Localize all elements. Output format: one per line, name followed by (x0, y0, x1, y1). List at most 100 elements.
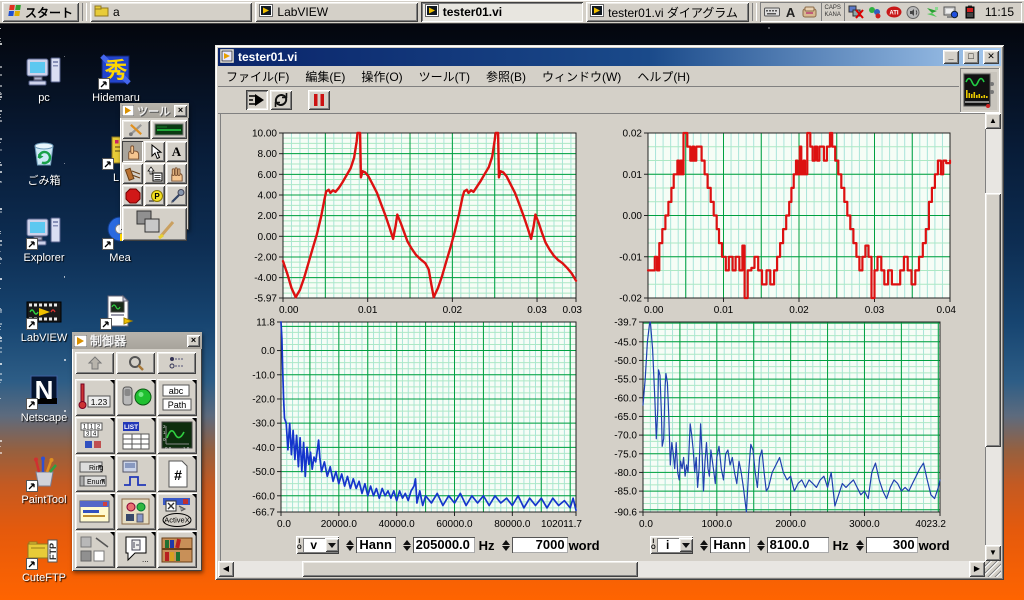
scroll-right-button[interactable]: ▶ (969, 561, 985, 577)
menu-item-2[interactable]: 操作(O) (353, 66, 410, 87)
tool-led-indicator[interactable] (151, 120, 187, 139)
desktop-icon-cuteftp[interactable]: FTP CuteFTP (8, 534, 80, 584)
menu-item-6[interactable]: ヘルプ(H) (629, 66, 698, 87)
controls-palette-close-icon[interactable]: × (187, 334, 200, 347)
palette-options-button[interactable] (157, 352, 196, 374)
run-continuous-button[interactable] (270, 90, 292, 110)
words-spinner[interactable] (501, 539, 511, 551)
battery-icon[interactable] (962, 4, 978, 20)
desktop-icon-pc[interactable]: pc (8, 54, 80, 104)
tool-wire[interactable] (122, 163, 143, 184)
tool-object-menu[interactable] (144, 163, 165, 184)
chevron-down-icon[interactable] (678, 538, 693, 552)
desktop-icon-explorer[interactable]: Explorer (8, 214, 80, 264)
controls-category-string[interactable]: abc Path (157, 379, 197, 416)
freq-spinner[interactable] (756, 539, 766, 551)
palette-search-button[interactable] (116, 352, 155, 374)
scroll-left-button[interactable]: ◀ (218, 561, 234, 577)
menu-item-1[interactable]: 編集(E) (297, 66, 353, 87)
freq-unit: Hz (832, 537, 849, 553)
taskbar-button-tester01[interactable]: tester01.vi (420, 2, 584, 22)
keyboard-icon[interactable] (763, 4, 780, 20)
controls-category-decorations[interactable] (75, 531, 115, 568)
scroll-down-button[interactable]: ▼ (985, 545, 1001, 561)
freq-value[interactable]: 205000.0 (412, 537, 475, 553)
desktop-icon-hidemaru[interactable]: 秀 Hidemaru (80, 54, 152, 104)
window-titlebar[interactable]: tester01.vi _ □ ✕ (218, 48, 1001, 66)
tool-edit-text[interactable]: A (166, 141, 187, 162)
window-fn-value[interactable]: Hann (709, 537, 750, 553)
scroll-up-button[interactable]: ▲ (985, 113, 1001, 129)
controls-category-user-controls[interactable]: ... (116, 531, 156, 568)
tool-scroll[interactable] (166, 163, 187, 184)
controls-category-list[interactable]: LIST (116, 417, 156, 454)
desktop-icon-gomibako[interactable]: ごみ箱 (8, 134, 80, 188)
svg-text:-50.0: -50.0 (614, 356, 637, 367)
words-value[interactable]: 300 (865, 537, 918, 553)
controls-category-ring[interactable]: Ring Enum (75, 455, 115, 492)
channel-selector-right[interactable]: IO i (650, 536, 693, 554)
controls-category-boolean[interactable] (116, 379, 156, 416)
front-panel: 10.00 8.00 6.00 4.00 2.00 0.00 -2.00 -4.00 -5.97… (220, 113, 985, 561)
net-disconnect-icon[interactable] (848, 4, 864, 20)
desktop-icon-netscape[interactable]: N Netscape (8, 374, 80, 424)
vertical-scrollbar-thumb[interactable] (985, 193, 1001, 447)
controls-category-containers[interactable] (75, 493, 115, 530)
green-util-icon[interactable] (924, 4, 940, 20)
display-icon[interactable] (943, 4, 959, 20)
close-button[interactable]: ✕ (983, 50, 999, 64)
controls-category-array[interactable]: 11234 (75, 417, 115, 454)
pause-button[interactable] (308, 90, 330, 110)
tool-probe[interactable]: P (144, 185, 165, 206)
maximize-button[interactable]: □ (963, 50, 979, 64)
controls-category-activex[interactable]: ActiveX (157, 493, 197, 530)
vertical-scrollbar[interactable]: ▲ ▼ (985, 113, 1001, 561)
desktop-icon-labview[interactable]: LabVIEW (8, 294, 80, 344)
controls-category-numeric[interactable]: 1.23 (75, 379, 115, 416)
horizontal-scrollbar-thumb[interactable] (302, 561, 638, 577)
palette-up-button[interactable] (75, 352, 114, 374)
controls-category-daq[interactable] (116, 493, 156, 530)
tool-breakpoint[interactable] (122, 185, 143, 206)
taskbar-button-a[interactable]: a (90, 2, 253, 22)
menu-item-0[interactable]: ファイル(F) (218, 66, 297, 87)
minimize-button[interactable]: _ (943, 50, 959, 64)
controls-category-io[interactable] (116, 455, 156, 492)
freq-spinner[interactable] (402, 539, 412, 551)
desktop-icon-painttool[interactable]: PaintTool (8, 456, 80, 506)
run-button[interactable] (246, 90, 268, 110)
ime-pad-icon[interactable] (802, 4, 818, 20)
channel-selector-left[interactable]: IO v (296, 536, 339, 554)
ati-icon[interactable]: ATI (886, 4, 902, 20)
tool-set-color[interactable] (122, 207, 187, 241)
window-fn-spinner[interactable] (345, 539, 355, 551)
menu-item-4[interactable]: 参照(B) (478, 66, 534, 87)
taskbar-button-labview[interactable]: LabVIEW (255, 2, 418, 22)
chevron-down-icon[interactable] (324, 538, 339, 552)
tools-palette-close-icon[interactable]: × (174, 104, 187, 117)
users-icon[interactable] (867, 4, 883, 20)
start-button[interactable]: スタート (2, 2, 80, 22)
freq-value[interactable]: 8100.0 (766, 537, 829, 553)
controls-category-refnum[interactable]: # (157, 455, 197, 492)
controls-category-select-control[interactable] (157, 531, 197, 568)
tool-get-color[interactable] (166, 185, 187, 206)
words-value[interactable]: 7000 (511, 537, 568, 553)
tool-position[interactable] (144, 141, 165, 162)
window-resize-grip[interactable] (985, 561, 1001, 577)
tools-palette-titlebar[interactable]: ツール × (120, 103, 189, 118)
window-fn-value[interactable]: Hann (355, 537, 396, 553)
volume-icon[interactable] (905, 4, 921, 20)
controls-palette-titlebar[interactable]: 制御器 × (72, 332, 202, 349)
window-fn-spinner[interactable] (699, 539, 709, 551)
horizontal-scrollbar[interactable]: ◀ ▶ (218, 561, 985, 577)
menu-item-5[interactable]: ウィンドウ(W) (534, 66, 629, 87)
menu-item-3[interactable]: ツール(T) (411, 66, 478, 87)
ime-a-icon[interactable]: A (783, 4, 799, 20)
tool-auto-tool[interactable] (122, 120, 150, 139)
controls-category-graph[interactable]: 2 1 0 0.0 1.0 (157, 417, 197, 454)
taskbar-button-tester01-diagram[interactable]: tester01.vi ダイアグラム (586, 2, 749, 22)
words-spinner[interactable] (855, 539, 865, 551)
star (0, 263, 1, 264)
tool-operate-value[interactable] (122, 141, 143, 162)
